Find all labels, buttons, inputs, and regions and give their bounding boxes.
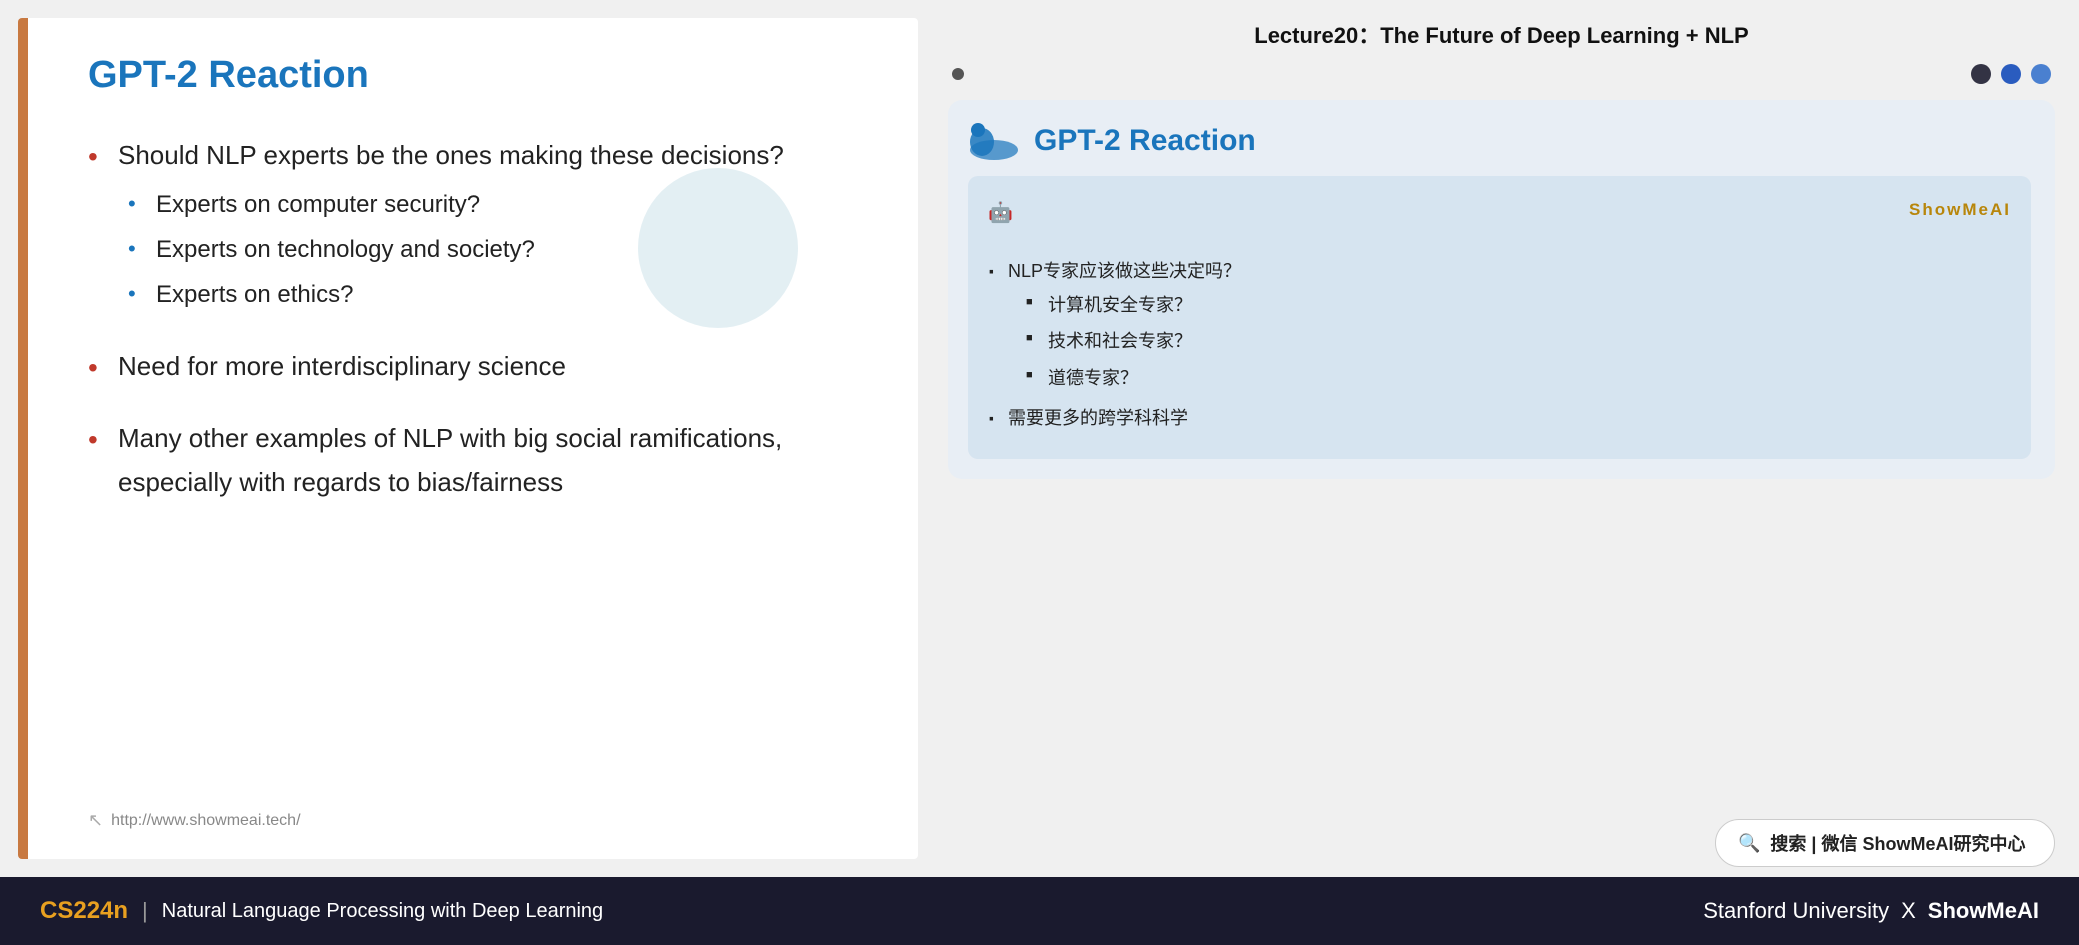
annotation-bullet-text: NLP专家应该做这些决定吗？ — [1008, 261, 1241, 281]
annotation-box: 🤖 ShowMeAI NLP专家应该做这些决定吗？ 计算机安全专家？ 技术和社会… — [968, 176, 2031, 459]
annotation-header: GPT-2 Reaction — [968, 120, 2031, 162]
annotation-box-header: 🤖 ShowMeAI — [988, 194, 2011, 240]
bullet-text: Many other examples of NLP with big soci… — [118, 423, 782, 497]
search-icon: 🔍 — [1738, 833, 1760, 854]
list-item: 需要更多的跨学科科学 — [988, 401, 2011, 435]
footer-description: Natural Language Processing with Deep Le… — [162, 900, 603, 923]
footer-bar: CS224n | Natural Language Processing wit… — [0, 877, 2079, 945]
annotation-sub-bullets: 计算机安全专家？ 技术和社会专家？ 道德专家？ — [1008, 288, 2011, 395]
list-item: Need for more interdisciplinary science — [88, 344, 868, 388]
nav-dot-3[interactable] — [2031, 64, 2051, 84]
list-item: Experts on technology and society? — [128, 230, 868, 271]
nav-dot-1[interactable] — [1971, 64, 1991, 84]
footer-left: CS224n | Natural Language Processing wit… — [40, 897, 603, 925]
slide-bullets: Should NLP experts be the ones making th… — [88, 133, 868, 532]
slide-panel: GPT-2 Reaction Should NLP experts be the… — [18, 18, 918, 859]
list-item: Experts on computer security? — [128, 185, 868, 226]
list-item: Experts on ethics? — [128, 275, 868, 316]
annotation-card: GPT-2 Reaction 🤖 ShowMeAI NLP专家应该做这些决定吗？… — [948, 100, 2055, 479]
footer-brand: ShowMeAI — [1928, 898, 2039, 924]
showmeai-brand: ShowMeAI — [1909, 194, 2011, 226]
slide-url: http://www.showmeai.tech/ — [111, 812, 300, 830]
footer-right: Stanford University X ShowMeAI — [1703, 898, 2039, 924]
lecture-title: Lecture20：The Future of Deep Learning + … — [948, 10, 2055, 64]
search-input[interactable]: 🔍 搜索 | 微信 ShowMeAI研究中心 — [1715, 819, 2055, 867]
list-item: Should NLP experts be the ones making th… — [88, 133, 868, 316]
search-label: 搜索 | 微信 ShowMeAI研究中心 — [1770, 830, 2025, 856]
annotation-title: GPT-2 Reaction — [1034, 124, 1256, 158]
slide-sub-bullets: Experts on computer security? Experts on… — [118, 185, 868, 315]
dots-right — [1971, 64, 2051, 84]
annotation-slide-title: GPT-2 Reaction — [968, 120, 1256, 162]
bullet-text: Should NLP experts be the ones making th… — [118, 140, 784, 170]
wave-icon — [968, 120, 1020, 162]
list-item: Many other examples of NLP with big soci… — [88, 416, 868, 504]
bullet-text: Need for more interdisciplinary science — [118, 351, 566, 381]
annotation-bullets: NLP专家应该做这些决定吗？ 计算机安全专家？ 技术和社会专家？ 道德专家？ 需… — [988, 254, 2011, 435]
annotation-bullet-text: 需要更多的跨学科科学 — [1008, 408, 1188, 428]
list-item: 技术和社会专家？ — [1026, 324, 2011, 358]
footer-separator: | — [142, 898, 148, 924]
slide-footer: ↖ http://www.showmeai.tech/ — [88, 810, 301, 831]
footer-course: CS224n — [40, 897, 128, 925]
search-box: 🔍 搜索 | 微信 ShowMeAI研究中心 — [948, 803, 2055, 867]
dots-nav — [948, 64, 2055, 84]
footer-x: X — [1901, 898, 1916, 924]
list-item: 道德专家？ — [1026, 361, 2011, 395]
footer-university: Stanford University — [1703, 898, 1889, 924]
cursor-icon: ↖ — [88, 810, 103, 831]
list-item: 计算机安全专家？ — [1026, 288, 2011, 322]
nav-dot-2[interactable] — [2001, 64, 2021, 84]
list-item: NLP专家应该做这些决定吗？ 计算机安全专家？ 技术和社会专家？ 道德专家？ — [988, 254, 2011, 395]
main-content: GPT-2 Reaction Should NLP experts be the… — [0, 0, 2079, 877]
nav-dot-small — [952, 68, 964, 80]
robot-icon: 🤖 — [988, 194, 1013, 232]
right-panel: Lecture20：The Future of Deep Learning + … — [938, 0, 2079, 877]
slide-title: GPT-2 Reaction — [88, 54, 868, 97]
